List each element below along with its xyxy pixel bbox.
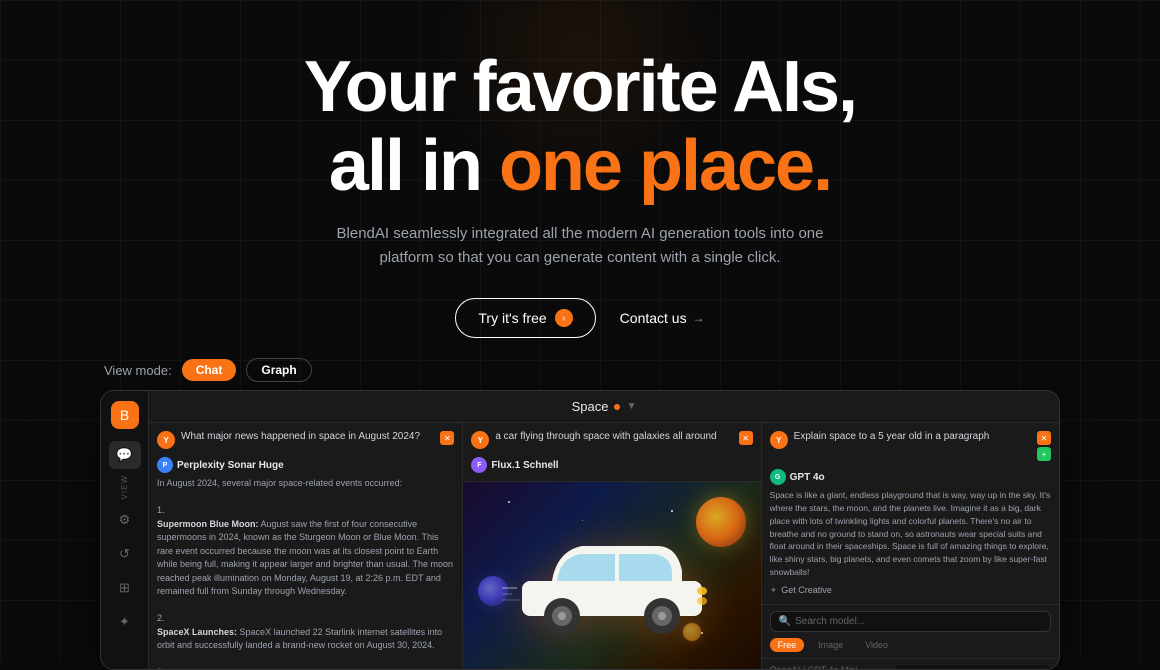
model-desc-panel: OpenAI / GPT 4o Mini GPT-4o Mini GPT-4o … bbox=[895, 665, 1051, 670]
col3-ai-text: Space is like a giant, endless playgroun… bbox=[770, 489, 1051, 578]
try-free-arrow-icon: › bbox=[555, 309, 573, 327]
chat-icon: 💬 bbox=[116, 447, 132, 463]
model-tab-video[interactable]: Video bbox=[857, 638, 896, 652]
col1-item1-title: Supermoon Blue Moon: bbox=[157, 519, 259, 529]
hero-title-line1: Your favorite AIs, bbox=[304, 47, 856, 127]
columns-area: Y What major news happened in space in A… bbox=[149, 423, 1059, 669]
grid-icon: ⊞ bbox=[119, 580, 130, 596]
header-chevron-icon[interactable]: ▼ bbox=[626, 401, 636, 412]
app-header: Space ▼ bbox=[149, 391, 1059, 423]
col3-action-buttons: ✕ + bbox=[1037, 431, 1051, 461]
col2-ai-name-row: F Flux.1 Schnell bbox=[471, 457, 752, 473]
col2-ai-avatar: F bbox=[471, 457, 487, 473]
app-window: B 💬 View ⚙ ↺ ⊞ ✦ Space ▼ bbox=[100, 390, 1060, 670]
try-free-button[interactable]: Try it's free › bbox=[455, 298, 595, 338]
app-sidebar: B 💬 View ⚙ ↺ ⊞ ✦ bbox=[101, 391, 149, 669]
col1-user-text: What major news happened in space in Aug… bbox=[181, 431, 434, 442]
hero-title-normal: all in bbox=[329, 126, 499, 206]
col2-close-button[interactable]: ✕ bbox=[739, 431, 753, 445]
history-icon: ↺ bbox=[119, 546, 130, 562]
hero-section: Your favorite AIs, all in one place. Ble… bbox=[0, 0, 1160, 358]
model-search-input[interactable]: Search model... bbox=[795, 616, 1042, 627]
model-search-icon: 🔍 bbox=[779, 616, 791, 627]
app-main: Space ▼ Y What major news happened in sp… bbox=[149, 391, 1059, 669]
view-mode-label: View mode: bbox=[104, 363, 172, 378]
model-info-row: OpenAI / GPT 4o Mini Mistral Tiny (7B) +… bbox=[762, 659, 1059, 670]
sidebar-history-icon[interactable]: ↺ bbox=[109, 540, 141, 568]
gear-icon: ✦ bbox=[119, 614, 130, 630]
sidebar-chat-icon[interactable]: 💬 bbox=[109, 441, 141, 469]
col1-ai-response: P Perplexity Sonar Huge In August 2024, … bbox=[157, 457, 454, 669]
col3-get-creative[interactable]: ✦ Get Creative bbox=[770, 585, 1051, 596]
col2-image-area bbox=[463, 482, 760, 669]
col2-user-message: Y a car flying through space with galaxi… bbox=[471, 431, 752, 449]
col1-user-avatar: Y bbox=[157, 431, 175, 449]
col2-user-avatar: Y bbox=[471, 431, 489, 449]
get-creative-label: Get Creative bbox=[781, 585, 832, 595]
sidebar-view-label: View bbox=[120, 475, 129, 499]
model-tab-image[interactable]: Image bbox=[810, 638, 851, 652]
col3-add-button[interactable]: + bbox=[1037, 447, 1051, 461]
sidebar-grid-icon[interactable]: ⊞ bbox=[109, 574, 141, 602]
col3-right: Y Explain space to a 5 year old in a par… bbox=[762, 423, 1059, 669]
col3-chat: Y Explain space to a 5 year old in a par… bbox=[762, 423, 1059, 604]
hero-title-line2: all in one place. bbox=[329, 126, 831, 206]
col1-ai-avatar: P bbox=[157, 457, 173, 473]
contact-arrow-icon: → bbox=[693, 311, 705, 325]
col1-user-message: Y What major news happened in space in A… bbox=[157, 431, 454, 449]
col1-item2-title: SpaceX Launches: bbox=[157, 627, 237, 637]
star-1 bbox=[508, 501, 510, 503]
col3-ai-name: GPT 4o bbox=[790, 472, 825, 483]
get-creative-icon: ✦ bbox=[770, 585, 778, 596]
col3-user-avatar: Y bbox=[770, 431, 788, 449]
hero-title-accent: one place. bbox=[499, 126, 831, 206]
col3-ai-avatar: G bbox=[770, 469, 786, 485]
sidebar-settings-icon[interactable]: ⚙ bbox=[109, 506, 141, 534]
graph-mode-button[interactable]: Graph bbox=[246, 358, 311, 382]
settings-icon: ⚙ bbox=[119, 512, 131, 528]
hero-subtitle: BlendAI seamlessly integrated all the mo… bbox=[330, 222, 830, 270]
col1-intro: In August 2024, several major space-rela… bbox=[157, 478, 402, 488]
col2-user-text: a car flying through space with galaxies… bbox=[495, 431, 732, 442]
col3-user-message: Y Explain space to a 5 year old in a par… bbox=[770, 431, 1051, 461]
col2-header: Y a car flying through space with galaxi… bbox=[463, 423, 760, 482]
model-search-row[interactable]: 🔍 Search model... bbox=[770, 611, 1051, 632]
col2-image: Y a car flying through space with galaxi… bbox=[463, 423, 761, 669]
car-illustration bbox=[502, 516, 722, 636]
hero-buttons: Try it's free › Contact us → bbox=[0, 298, 1160, 338]
model-tabs: Free Image Video bbox=[770, 638, 1051, 652]
contact-label: Contact us bbox=[620, 310, 687, 326]
col3-ai-name-row: G GPT 4o bbox=[770, 469, 1051, 485]
sidebar-logo[interactable]: B bbox=[111, 401, 139, 429]
model-list: OpenAI / GPT 4o Mini Mistral Tiny (7B) +… bbox=[770, 665, 887, 670]
col1-ai-name-row: P Perplexity Sonar Huge bbox=[157, 457, 454, 473]
model-tab-free[interactable]: Free bbox=[770, 638, 805, 652]
app-preview: View mode: Chat Graph B 💬 View ⚙ ↺ ⊞ ✦ bbox=[100, 358, 1060, 670]
contact-us-button[interactable]: Contact us → bbox=[620, 310, 705, 326]
view-mode-bar: View mode: Chat Graph bbox=[100, 358, 1060, 382]
hero-title: Your favorite AIs, all in one place. bbox=[0, 48, 1160, 206]
col2-ai-name: Flux.1 Schnell bbox=[491, 460, 558, 471]
try-free-label: Try it's free bbox=[478, 310, 546, 326]
chat-mode-button[interactable]: Chat bbox=[182, 359, 237, 381]
header-title: Space bbox=[572, 399, 609, 414]
col3-close-button[interactable]: ✕ bbox=[1037, 431, 1051, 445]
col3-user-text: Explain space to a 5 year old in a parag… bbox=[794, 431, 1031, 442]
col1-chat: Y What major news happened in space in A… bbox=[149, 423, 463, 669]
header-dot bbox=[614, 404, 620, 410]
star-3 bbox=[671, 510, 673, 512]
model-search-area: 🔍 Search model... Free Image Video bbox=[762, 605, 1059, 659]
sidebar-gear-icon[interactable]: ✦ bbox=[109, 608, 141, 636]
col1-ai-text: In August 2024, several major space-rela… bbox=[157, 477, 454, 669]
col1-close-button[interactable]: ✕ bbox=[440, 431, 454, 445]
model-provider-label: OpenAI / GPT 4o Mini bbox=[770, 665, 887, 670]
col1-item1-text: August saw the first of four consecutive… bbox=[157, 519, 453, 597]
col1-ai-name: Perplexity Sonar Huge bbox=[177, 460, 284, 471]
